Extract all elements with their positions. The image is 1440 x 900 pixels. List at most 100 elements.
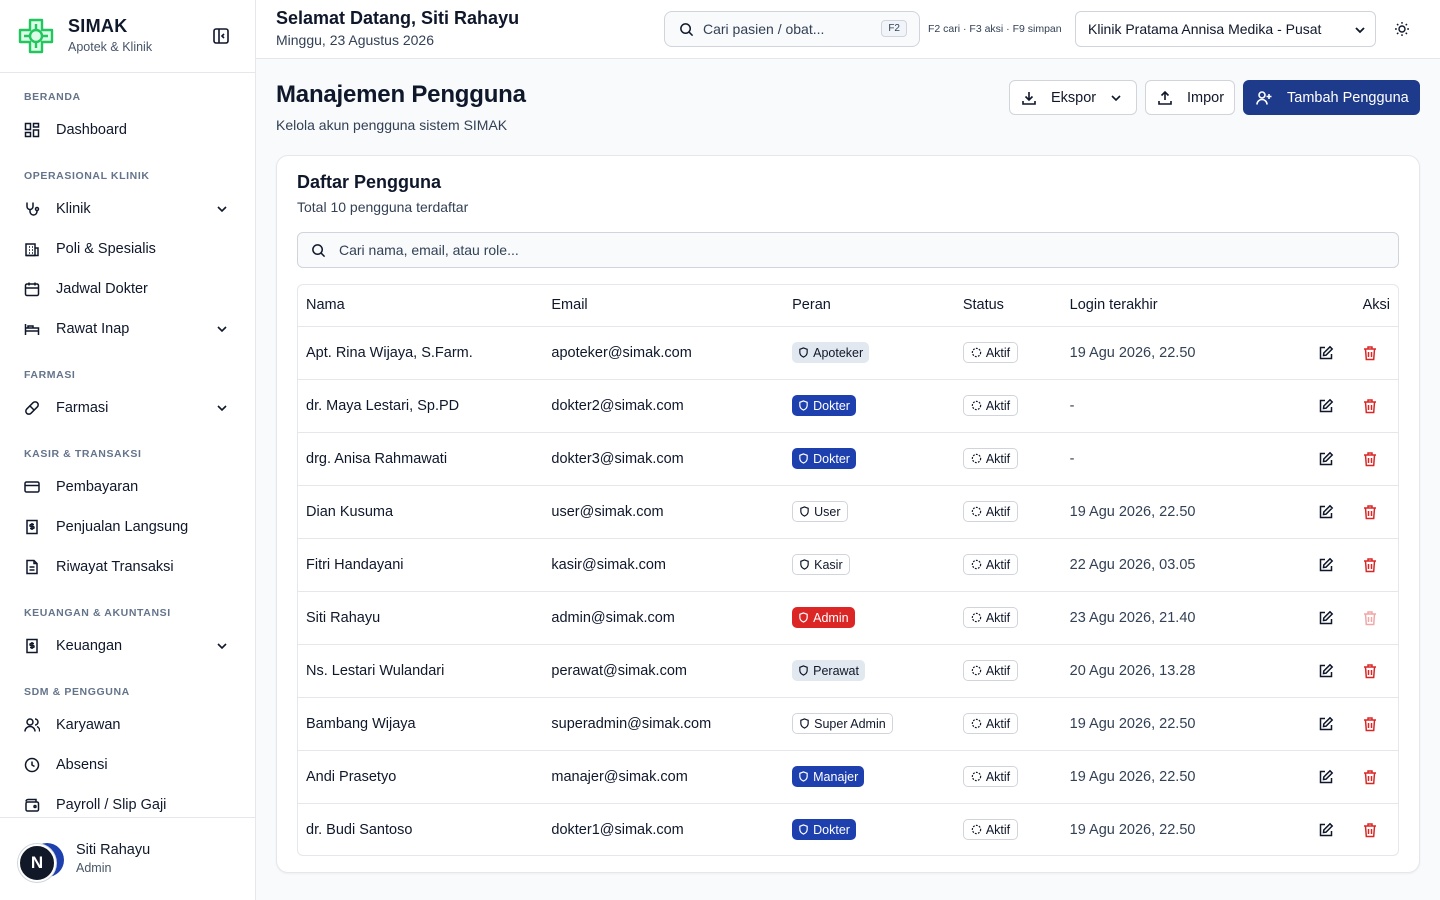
column-header-email[interactable]: Email bbox=[543, 285, 785, 327]
sidebar-item-dashboard[interactable]: Dashboard bbox=[12, 112, 244, 148]
global-search-input[interactable]: Cari pasien / obat... F2 bbox=[664, 11, 920, 47]
shield-icon bbox=[800, 559, 809, 570]
status-badge-label: Aktif bbox=[985, 822, 1011, 837]
sidebar-item-payroll[interactable]: Payroll / Slip Gaji bbox=[12, 787, 244, 817]
delete-icon[interactable] bbox=[1362, 716, 1378, 732]
role-badge-label: Apoteker bbox=[813, 345, 864, 360]
sidebar-item-pembayaran[interactable]: Pembayaran bbox=[12, 469, 244, 505]
sidebar-item-jadwal-dokter[interactable]: Jadwal Dokter bbox=[12, 271, 244, 307]
user-role-cell: Perawat bbox=[784, 644, 955, 698]
delete-icon[interactable] bbox=[1362, 663, 1378, 679]
delete-icon[interactable] bbox=[1362, 504, 1378, 520]
user-status-cell: Aktif bbox=[954, 326, 1062, 380]
edit-icon[interactable] bbox=[1318, 769, 1334, 785]
user-role-cell: Kasir bbox=[784, 538, 955, 592]
status-badge: Aktif bbox=[962, 819, 1019, 841]
last-login-cell: 20 Agu 2026, 13.28 bbox=[1061, 644, 1289, 698]
edit-icon[interactable] bbox=[1318, 610, 1334, 626]
user-email-cell: dokter2@simak.com bbox=[543, 379, 785, 433]
actions-cell bbox=[1288, 803, 1398, 855]
sidebar-item-farmasi[interactable]: Farmasi bbox=[12, 390, 244, 426]
status-badge: Aktif bbox=[962, 395, 1019, 416]
user-status-cell: Aktif bbox=[954, 538, 1062, 592]
status-badge-label: Aktif bbox=[985, 663, 1011, 678]
users-table: Nama Email Peran Status Login terakhir A… bbox=[298, 285, 1398, 855]
sun-icon[interactable] bbox=[1394, 21, 1410, 37]
role-badge: User bbox=[792, 501, 848, 522]
add-user-button[interactable]: Tambah Pengguna bbox=[1243, 80, 1420, 115]
column-header-last-login[interactable]: Login terakhir bbox=[1061, 285, 1289, 327]
section-label: OPERASIONAL KLINIK bbox=[24, 170, 150, 182]
status-badge-label: Aktif bbox=[985, 716, 1011, 731]
user-email-cell: apoteker@simak.com bbox=[543, 326, 785, 380]
search-shortcut-badge: F2 bbox=[881, 20, 907, 37]
user-name-cell: dr. Budi Santoso bbox=[306, 821, 413, 838]
edit-icon[interactable] bbox=[1318, 398, 1334, 414]
status-badge: Aktif bbox=[962, 448, 1019, 469]
role-badge: Apoteker bbox=[792, 342, 870, 363]
user-status-cell: Aktif bbox=[954, 591, 1062, 645]
user-role-cell: Dokter bbox=[784, 803, 955, 855]
edit-icon[interactable] bbox=[1318, 557, 1334, 573]
column-header-name[interactable]: Nama bbox=[298, 285, 544, 327]
shield-icon bbox=[800, 506, 809, 517]
status-circle-icon bbox=[971, 559, 982, 570]
chevron-down-icon bbox=[217, 206, 227, 213]
delete-icon bbox=[1364, 610, 1376, 625]
edit-icon[interactable] bbox=[1318, 451, 1334, 467]
user-name-cell: Dian Kusuma bbox=[298, 485, 544, 539]
sidebar-item-absensi[interactable]: Absensi bbox=[12, 747, 244, 783]
sidebar-item-label: Keuangan bbox=[56, 638, 123, 654]
sidebar-item-rawat-inap[interactable]: Rawat Inap bbox=[12, 311, 244, 347]
user-status-cell: Aktif bbox=[955, 803, 1062, 855]
delete-icon[interactable] bbox=[1362, 451, 1378, 467]
user-profile[interactable]: N Siti Rahayu Admin bbox=[0, 817, 256, 900]
export-button[interactable]: Ekspor bbox=[1009, 80, 1137, 115]
sidebar-item-penjualan-langsung[interactable]: Penjualan Langsung bbox=[12, 509, 244, 545]
status-badge-label: Aktif bbox=[985, 451, 1011, 466]
sidebar-collapse-icon[interactable] bbox=[212, 27, 230, 45]
column-header-role[interactable]: Peran bbox=[784, 285, 955, 327]
table-row: drg. Anisa Rahmawati dokter3@simak.com Dok… bbox=[298, 432, 1398, 486]
delete-icon[interactable] bbox=[1362, 557, 1378, 573]
import-button[interactable]: Impor bbox=[1145, 80, 1235, 115]
card-subtitle: Total 10 pengguna terdaftar bbox=[297, 199, 469, 215]
sidebar-item-klinik[interactable]: Klinik bbox=[12, 191, 244, 227]
status-badge: Aktif bbox=[962, 501, 1019, 522]
last-login-cell: 19 Agu 2026, 22.50 bbox=[1061, 326, 1289, 380]
user-role-cell: User bbox=[784, 485, 955, 539]
edit-icon[interactable] bbox=[1318, 716, 1334, 732]
row-actions bbox=[1296, 663, 1390, 679]
user-search-input[interactable] bbox=[339, 242, 1339, 258]
user-name-cell: Apt. Rina Wijaya, S.Farm. bbox=[298, 326, 544, 380]
status-circle-icon bbox=[971, 506, 982, 517]
chevron-down-icon bbox=[1111, 94, 1121, 101]
row-actions bbox=[1296, 769, 1390, 785]
row-actions bbox=[1296, 398, 1390, 414]
sidebar-item-karyawan[interactable]: Karyawan bbox=[12, 707, 244, 743]
sidebar-item-poli[interactable]: Poli & Spesialis bbox=[12, 231, 244, 267]
column-header-status[interactable]: Status bbox=[954, 285, 1062, 327]
status-circle-icon bbox=[971, 718, 982, 729]
dashboard-icon bbox=[24, 122, 40, 138]
edit-icon[interactable] bbox=[1318, 504, 1334, 520]
delete-icon[interactable] bbox=[1362, 345, 1378, 361]
role-badge-label: Dokter bbox=[813, 822, 850, 837]
edit-icon[interactable] bbox=[1318, 663, 1334, 679]
edit-icon[interactable] bbox=[1318, 345, 1334, 361]
role-badge: Super Admin bbox=[792, 713, 893, 734]
user-role-cell: Admin bbox=[784, 591, 955, 645]
pill-icon bbox=[25, 401, 39, 415]
delete-icon[interactable] bbox=[1362, 822, 1378, 838]
sidebar-item-keuangan[interactable]: Keuangan bbox=[12, 628, 244, 664]
delete-icon[interactable] bbox=[1362, 398, 1378, 414]
brand-name: SIMAK bbox=[68, 16, 128, 36]
sidebar-item-riwayat-transaksi[interactable]: Riwayat Transaksi bbox=[12, 549, 244, 585]
add-user-label: Tambah Pengguna bbox=[1287, 89, 1409, 106]
role-badge: Perawat bbox=[792, 660, 865, 681]
user-status-cell: Aktif bbox=[954, 432, 1062, 486]
user-role-cell: Super Admin bbox=[784, 697, 955, 751]
delete-icon[interactable] bbox=[1362, 769, 1378, 785]
edit-icon[interactable] bbox=[1318, 822, 1334, 838]
clinic-select[interactable]: Klinik Pratama Annisa Medika - Pusat bbox=[1075, 11, 1376, 47]
